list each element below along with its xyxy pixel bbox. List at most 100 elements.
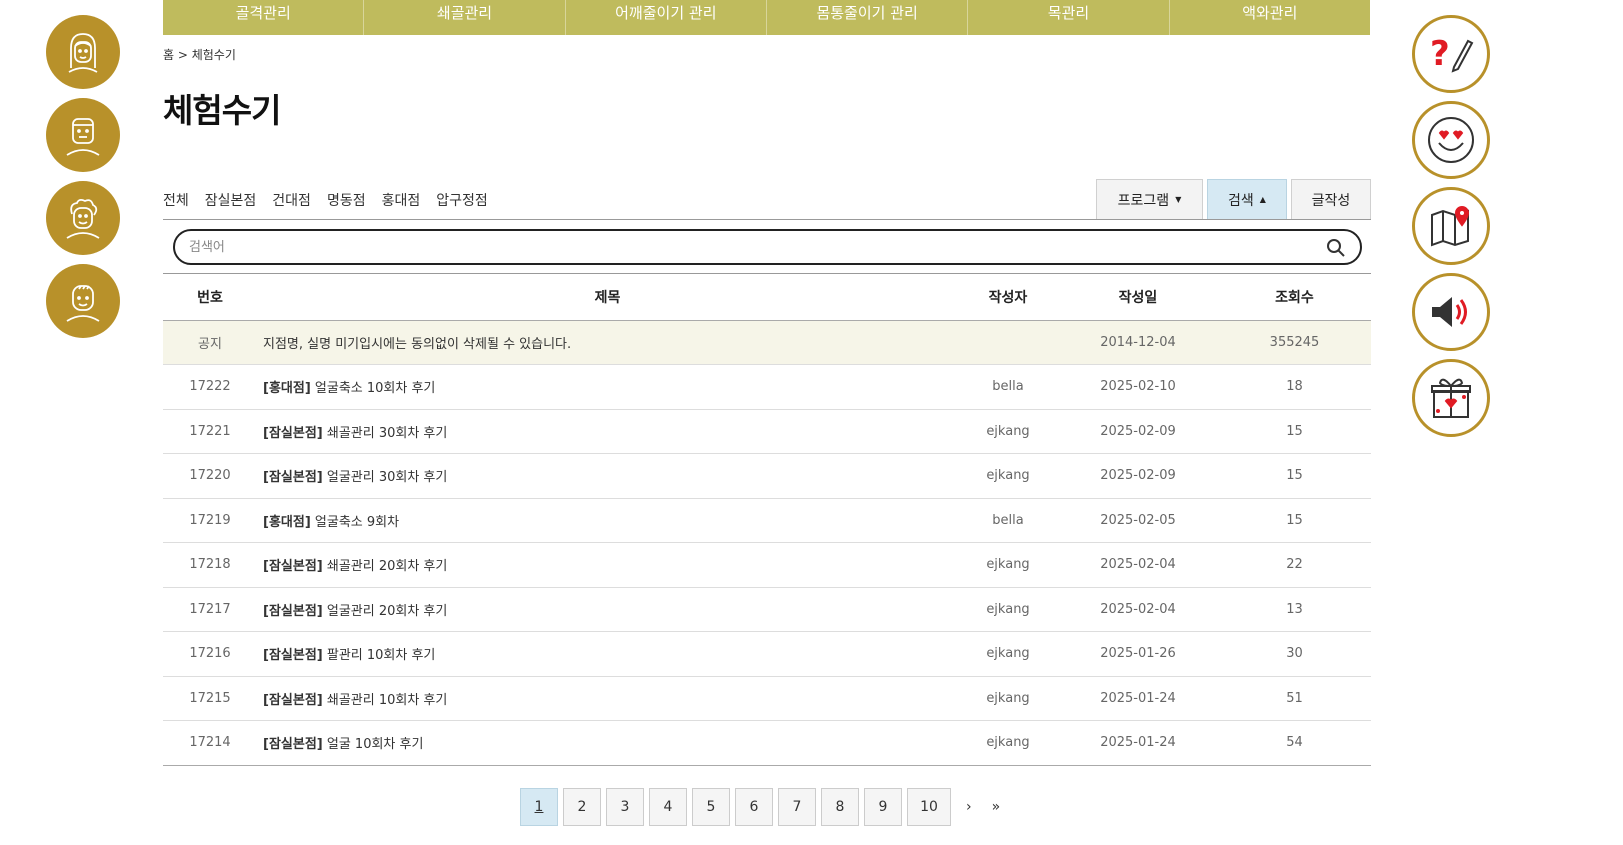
branch-hongdae[interactable]: 홍대점 — [382, 190, 421, 210]
search-toggle-label: 검색 — [1228, 192, 1254, 209]
main-nav: 골격관리 쇄골관리 어깨줄이기 관리 몸통줄이기 관리 목관리 액와관리 — [163, 0, 1370, 35]
branch-all[interactable]: 전체 — [163, 190, 189, 210]
notice-label: 공지 — [163, 320, 257, 365]
gift-box-icon[interactable] — [1412, 359, 1490, 437]
post-branch-tag: [잠실본점] — [263, 425, 323, 441]
post-title[interactable]: 얼굴축소 9회차 — [311, 515, 399, 530]
page-10[interactable]: 10 — [907, 788, 951, 826]
post-branch-tag: [잠실본점] — [263, 737, 323, 753]
header-author: 작성자 — [958, 275, 1058, 321]
post-title[interactable]: 쇄골관리 20회차 후기 — [323, 559, 448, 574]
post-title-cell[interactable]: [잠실본점] 팔관리 10회차 후기 — [257, 631, 958, 677]
post-date: 2025-02-04 — [1058, 542, 1218, 588]
post-views: 15 — [1218, 409, 1371, 454]
program-dropdown-button[interactable]: 프로그램 ▼ — [1096, 179, 1203, 220]
notice-author — [958, 320, 1058, 365]
nav-item-neck[interactable]: 목관리 — [968, 0, 1170, 35]
page-2[interactable]: 2 — [563, 788, 601, 826]
search-toggle-button[interactable]: 검색 ▲ — [1207, 179, 1287, 220]
table-row[interactable]: 17220 [잠실본점] 얼굴관리 30회차 후기 ejkang 2025-02-09… — [163, 453, 1371, 499]
page-9[interactable]: 9 — [864, 788, 902, 826]
post-author: ejkang — [958, 409, 1058, 454]
branch-jamsil[interactable]: 잠실본점 — [205, 190, 257, 210]
post-branch-tag: [잠실본점] — [263, 648, 323, 664]
page-1[interactable]: 1 — [520, 788, 558, 826]
post-title[interactable]: 얼굴관리 20회차 후기 — [323, 604, 448, 619]
table-row[interactable]: 17216 [잠실본점] 팔관리 10회차 후기 ejkang 2025-01-26 3… — [163, 631, 1371, 677]
post-title-cell[interactable]: [잠실본점] 쇄골관리 30회차 후기 — [257, 409, 958, 454]
table-header-row: 번호 제목 작성자 작성일 조회수 — [163, 275, 1371, 321]
page-7[interactable]: 7 — [778, 788, 816, 826]
page-8[interactable]: 8 — [821, 788, 859, 826]
search-input[interactable] — [189, 237, 1289, 257]
post-title[interactable]: 얼굴관리 30회차 후기 — [323, 470, 448, 485]
post-title[interactable]: 얼굴축소 10회차 후기 — [311, 381, 436, 396]
post-title-cell[interactable]: [잠실본점] 얼굴 10회차 후기 — [257, 720, 958, 766]
left-quick-menu — [46, 15, 120, 347]
search-icon[interactable] — [1326, 238, 1346, 258]
post-num: 17215 — [163, 676, 257, 721]
nav-item-armpit[interactable]: 액와관리 — [1170, 0, 1370, 35]
post-title-cell[interactable]: [잠실본점] 쇄골관리 10회차 후기 — [257, 676, 958, 721]
post-branch-tag: [홍대점] — [263, 514, 311, 530]
post-author: ejkang — [958, 453, 1058, 499]
notice-row[interactable]: 공지 지점명, 실명 미기입시에는 동의없이 삭제될 수 있습니다. 2014-… — [163, 320, 1371, 365]
post-num: 17221 — [163, 409, 257, 454]
post-date: 2025-02-09 — [1058, 409, 1218, 454]
post-views: 15 — [1218, 498, 1371, 543]
last-page-icon[interactable]: » — [992, 799, 1001, 815]
write-button[interactable]: 글작성 — [1291, 179, 1371, 220]
table-row[interactable]: 17214 [잠실본점] 얼굴 10회차 후기 ejkang 2025-01-24 54 — [163, 720, 1371, 766]
table-row[interactable]: 17222 [홍대점] 얼굴축소 10회차 후기 bella 2025-02-10 18 — [163, 364, 1371, 410]
header-date: 작성일 — [1058, 275, 1218, 321]
woman-face-icon[interactable] — [46, 15, 120, 89]
post-title-cell[interactable]: [홍대점] 얼굴축소 9회차 — [257, 498, 958, 543]
post-title[interactable]: 쇄골관리 10회차 후기 — [323, 693, 448, 708]
branch-apgujeong[interactable]: 압구정점 — [436, 190, 488, 210]
curly-hair-face-icon[interactable] — [46, 181, 120, 255]
nav-item-skeleton[interactable]: 골격관리 — [163, 0, 365, 35]
notice-date: 2014-12-04 — [1058, 320, 1218, 365]
branch-myeongdong[interactable]: 명동점 — [327, 190, 366, 210]
post-title[interactable]: 팔관리 10회차 후기 — [323, 648, 436, 663]
balding-face-icon[interactable] — [46, 264, 120, 338]
notice-title[interactable]: 지점명, 실명 미기입시에는 동의없이 삭제될 수 있습니다. — [257, 320, 958, 365]
write-label: 글작성 — [1311, 192, 1351, 209]
post-date: 2025-02-10 — [1058, 364, 1218, 410]
post-title-cell[interactable]: [잠실본점] 얼굴관리 30회차 후기 — [257, 453, 958, 499]
post-num: 17219 — [163, 498, 257, 543]
nav-item-shoulder[interactable]: 어깨줄이기 관리 — [566, 0, 767, 35]
next-page-icon[interactable]: › — [966, 799, 972, 815]
question-pencil-icon[interactable]: ? — [1412, 15, 1490, 93]
post-date: 2025-02-04 — [1058, 587, 1218, 632]
post-views: 18 — [1218, 364, 1371, 410]
header-title: 제목 — [257, 275, 958, 321]
post-title[interactable]: 얼굴 10회차 후기 — [323, 737, 424, 752]
man-face-icon[interactable] — [46, 98, 120, 172]
map-pin-icon[interactable] — [1412, 187, 1490, 265]
speaker-icon[interactable] — [1412, 273, 1490, 351]
post-title-cell[interactable]: [잠실본점] 얼굴관리 20회차 후기 — [257, 587, 958, 632]
post-author: bella — [958, 364, 1058, 410]
branch-kondae[interactable]: 건대점 — [272, 190, 311, 210]
table-row[interactable]: 17218 [잠실본점] 쇄골관리 20회차 후기 ejkang 2025-02-04… — [163, 542, 1371, 588]
page-3[interactable]: 3 — [606, 788, 644, 826]
post-views: 51 — [1218, 676, 1371, 721]
post-title-cell[interactable]: [잠실본점] 쇄골관리 20회차 후기 — [257, 542, 958, 588]
header-num: 번호 — [163, 275, 257, 321]
nav-item-collarbone[interactable]: 쇄골관리 — [364, 0, 566, 35]
post-author: ejkang — [958, 631, 1058, 677]
table-row[interactable]: 17219 [홍대점] 얼굴축소 9회차 bella 2025-02-05 15 — [163, 498, 1371, 543]
table-row[interactable]: 17221 [잠실본점] 쇄골관리 30회차 후기 ejkang 2025-02-09… — [163, 409, 1371, 454]
post-title[interactable]: 쇄골관리 30회차 후기 — [323, 426, 448, 441]
post-author: ejkang — [958, 587, 1058, 632]
page-4[interactable]: 4 — [649, 788, 687, 826]
table-row[interactable]: 17217 [잠실본점] 얼굴관리 20회차 후기 ejkang 2025-02-04… — [163, 587, 1371, 632]
nav-item-body[interactable]: 몸통줄이기 관리 — [767, 0, 969, 35]
post-title-cell[interactable]: [홍대점] 얼굴축소 10회차 후기 — [257, 364, 958, 410]
heart-eyes-smiley-icon[interactable] — [1412, 101, 1490, 179]
post-views: 54 — [1218, 720, 1371, 766]
table-row[interactable]: 17215 [잠실본점] 쇄골관리 10회차 후기 ejkang 2025-01-24… — [163, 676, 1371, 721]
page-5[interactable]: 5 — [692, 788, 730, 826]
page-6[interactable]: 6 — [735, 788, 773, 826]
